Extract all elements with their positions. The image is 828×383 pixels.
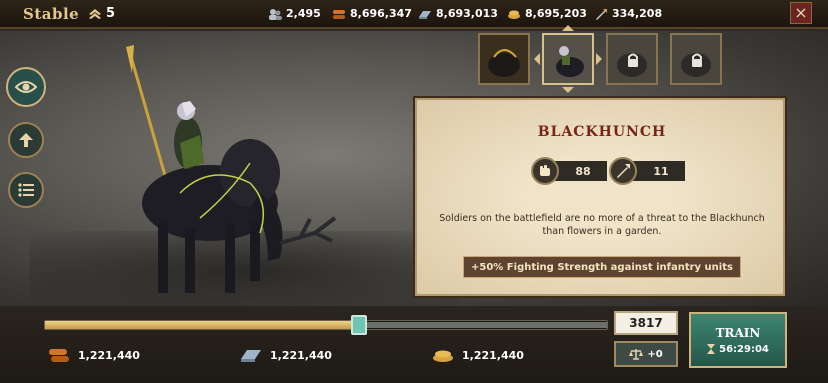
attack-value: 88 — [553, 161, 607, 181]
unit-portrait-3-locked[interactable] — [606, 33, 658, 85]
wood-icon — [49, 349, 69, 362]
defense-value: 11 — [631, 161, 685, 181]
upgrade-button[interactable] — [8, 122, 44, 158]
selection-frame-icon — [534, 25, 602, 93]
slider-remaining — [360, 322, 607, 328]
lock-icon — [628, 53, 638, 67]
resource-wood: 8,696,347 — [332, 7, 412, 20]
power-value: 334,208 — [612, 7, 663, 20]
unit-portrait-1[interactable] — [478, 33, 530, 85]
resource-wheat: 8,695,203 — [507, 7, 587, 20]
unit-portrait-blackhunch[interactable] — [534, 25, 602, 93]
wood-icon — [333, 9, 345, 19]
list-icon — [18, 183, 34, 197]
sword-icon — [609, 157, 637, 185]
cost-wood: 1,221,440 — [48, 347, 140, 363]
resource-population: 2,495 — [268, 7, 321, 20]
train-time: 56:29:04 — [707, 344, 769, 355]
attack-stat: 88 — [531, 157, 607, 185]
population-icon — [269, 8, 282, 20]
eye-icon — [15, 81, 37, 93]
unit-info-panel: BLACKHUNCH 88 11 Soldiers on the battlef… — [415, 98, 785, 296]
view-button[interactable] — [6, 67, 46, 107]
iron-value: 8,693,013 — [436, 7, 498, 20]
rank-badge: 5 — [88, 6, 115, 21]
resource-iron: 8,693,013 — [418, 7, 498, 20]
rank-value: 5 — [106, 6, 116, 21]
lock-icon — [692, 53, 702, 67]
details-list-button[interactable] — [8, 172, 44, 208]
hourglass-icon — [707, 344, 716, 354]
quantity-slider[interactable] — [44, 320, 608, 330]
balance-button[interactable]: +0 — [614, 341, 678, 367]
wheat-value: 8,695,203 — [525, 7, 587, 20]
scales-icon — [629, 349, 644, 360]
cost-wheat: 1,221,440 — [432, 347, 524, 363]
unit-illustration — [126, 45, 337, 293]
wood-value: 8,696,347 — [350, 7, 412, 20]
cost-iron-value: 1,221,440 — [270, 348, 332, 362]
cost-iron: 1,221,440 — [240, 347, 332, 363]
power-icon — [596, 8, 607, 20]
slider-handle[interactable] — [351, 315, 367, 335]
cost-wheat-value: 1,221,440 — [462, 348, 524, 362]
balance-label: +0 — [647, 348, 663, 360]
bonus-banner: +50% Fighting Strength against infantry … — [463, 256, 741, 278]
slider-fill — [45, 321, 360, 329]
upgrade-arrow-icon — [19, 133, 33, 147]
defense-stat: 11 — [609, 157, 685, 185]
rank-chevron-icon — [89, 8, 101, 19]
train-button[interactable]: TRAIN 56:29:04 — [689, 312, 787, 368]
train-label: TRAIN — [715, 325, 761, 340]
quantity-input[interactable]: 3817 — [614, 311, 678, 335]
iron-icon — [241, 350, 261, 362]
unit-description: Soldiers on the battlefield are no more … — [439, 213, 765, 237]
unit-name: BLACKHUNCH — [537, 124, 667, 140]
iron-icon — [419, 10, 431, 19]
wheat-icon — [508, 10, 520, 19]
train-time-value: 56:29:04 — [719, 343, 769, 355]
population-value: 2,495 — [286, 7, 321, 20]
mounted-unit-icon — [480, 35, 528, 83]
resource-power: 334,208 — [594, 7, 662, 20]
top-bar: Stable 5 2,495 8,696,347 8,693,013 8,695… — [0, 0, 828, 29]
unit-portrait-4-locked[interactable] — [670, 33, 722, 85]
cost-wood-value: 1,221,440 — [78, 348, 140, 362]
wheat-icon — [433, 350, 453, 362]
fist-icon — [531, 157, 559, 185]
page-title: Stable — [23, 5, 80, 23]
close-button[interactable]: × — [790, 2, 812, 24]
